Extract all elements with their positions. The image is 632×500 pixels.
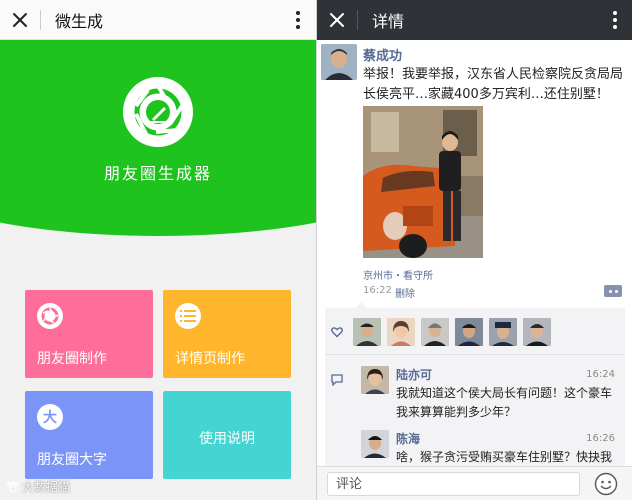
commenter-name[interactable]: 陆亦可: [396, 366, 432, 383]
tile-label: 详情页制作: [175, 351, 245, 367]
page-title: 微生成: [55, 11, 104, 31]
tile-label: 朋友圈制作: [37, 351, 107, 367]
tile-label: 朋友圈大字: [37, 452, 107, 468]
paw-icon: [6, 480, 20, 493]
heart-icon: [331, 327, 343, 338]
interaction-area: 陆亦可 16:24 我就知道这个侯大局长有问题！这个豪车我来算算能判多少年？ 陈…: [325, 302, 625, 483]
comment-text: 我就知道这个侯大局长有问题！这个豪车我来算算能判多少年？: [396, 386, 613, 419]
top-bar-divider: [40, 9, 41, 30]
close-icon: [330, 13, 344, 27]
liker-avatar[interactable]: [523, 318, 551, 346]
commenter-avatar[interactable]: [361, 430, 389, 458]
location-link[interactable]: 京州市・看守所: [363, 267, 433, 282]
more-icon: [296, 10, 300, 15]
aperture-icon: [37, 303, 63, 329]
right-top-bar: 详情: [317, 0, 632, 40]
liker-avatar[interactable]: [353, 318, 381, 346]
commenter-avatar[interactable]: [361, 366, 389, 394]
delete-link[interactable]: 删除: [395, 285, 415, 300]
commenter-name[interactable]: 陈海: [396, 430, 420, 447]
big-character-icon: 大: [37, 404, 63, 430]
tile-label: 使用说明: [199, 431, 255, 447]
post-text: 举报！我要举报，汉东省人民检察院反贪局局长侯亮平…家藏400多万宾利…还住别墅！: [363, 67, 624, 102]
close-icon: [13, 12, 27, 27]
right-panel: 详情 蔡成功 举报！我要举报，汉东省人民检察院反贪局局长侯亮平…家藏400多万宾…: [317, 0, 632, 500]
emoji-icon[interactable]: [594, 472, 618, 496]
comment-icon: [331, 374, 343, 386]
instructions-tile[interactable]: 使用说明: [163, 391, 291, 479]
comment-input[interactable]: [327, 472, 580, 496]
poster-avatar[interactable]: [321, 44, 357, 80]
more-menu-button[interactable]: [280, 0, 316, 40]
comment-time: 16:24: [586, 369, 615, 380]
liker-avatar[interactable]: [421, 318, 449, 346]
big-text-tile[interactable]: 大 朋友圈大字: [25, 391, 153, 479]
liker-avatar[interactable]: [455, 318, 483, 346]
watermark: 大数据猫: [6, 478, 70, 495]
liker-avatar[interactable]: [489, 318, 517, 346]
app-logo-icon: [123, 77, 193, 147]
poster-name[interactable]: 蔡成功: [363, 45, 402, 64]
detail-page-maker-tile[interactable]: 详情页制作: [163, 290, 291, 378]
left-top-bar: 微生成: [0, 0, 316, 40]
comment-action-button[interactable]: [604, 285, 622, 297]
comment-input-bar: [317, 466, 632, 500]
more-icon: [613, 11, 617, 15]
post-photo[interactable]: [363, 106, 483, 258]
close-button[interactable]: [317, 0, 357, 40]
top-bar-divider: [357, 10, 358, 30]
left-panel: 微生成 朋友圈生成器 朋友圈制作 详情页制作 大 朋友圈大字 使用说明 大数据猫: [0, 0, 316, 500]
likes-divider: [325, 354, 625, 355]
post-time: 16:22: [363, 285, 392, 296]
close-button[interactable]: [0, 0, 40, 40]
page-title: 详情: [372, 12, 405, 31]
more-dots-icon: [608, 289, 612, 293]
liker-avatar[interactable]: [387, 318, 415, 346]
more-menu-button[interactable]: [597, 0, 632, 40]
comment-time: 16:26: [586, 433, 615, 444]
app-name: 朋友圈生成器: [103, 164, 212, 183]
list-icon: [175, 303, 201, 329]
moments-maker-tile[interactable]: 朋友圈制作: [25, 290, 153, 378]
